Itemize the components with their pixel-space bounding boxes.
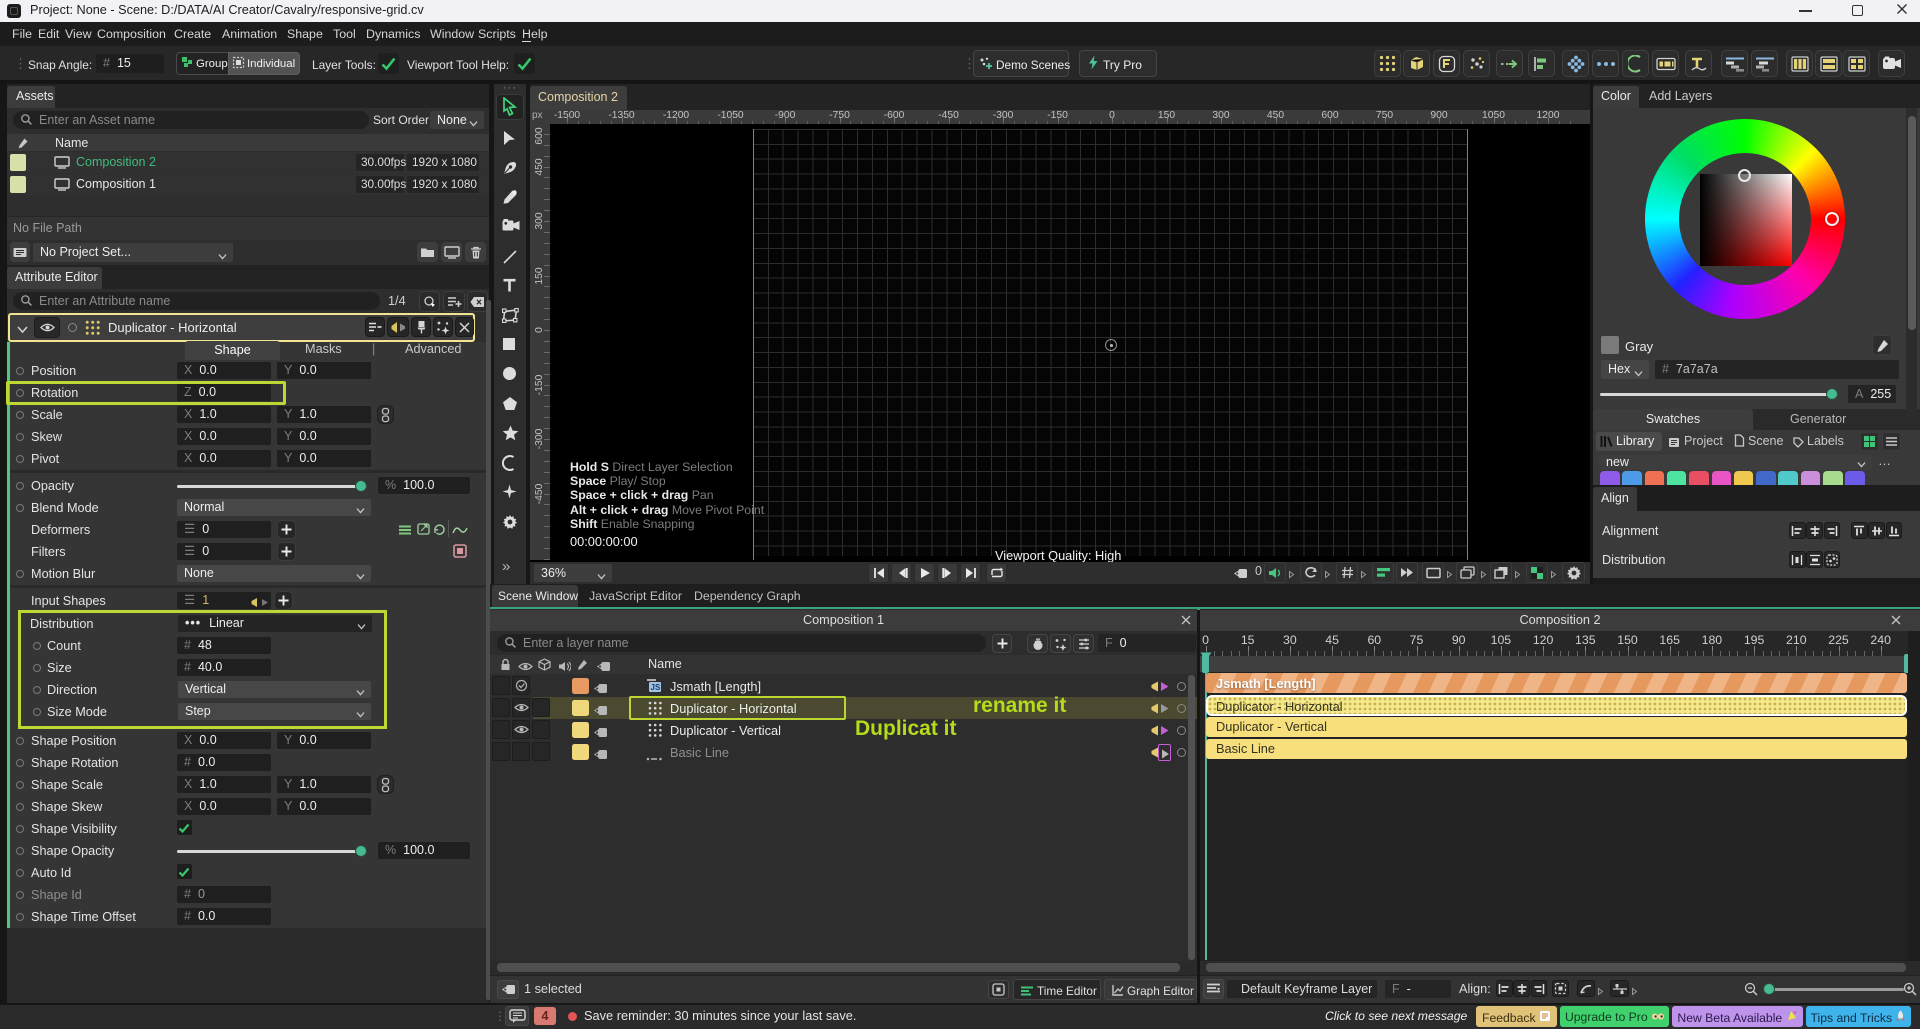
svg-text:JS: JS bbox=[651, 683, 661, 692]
